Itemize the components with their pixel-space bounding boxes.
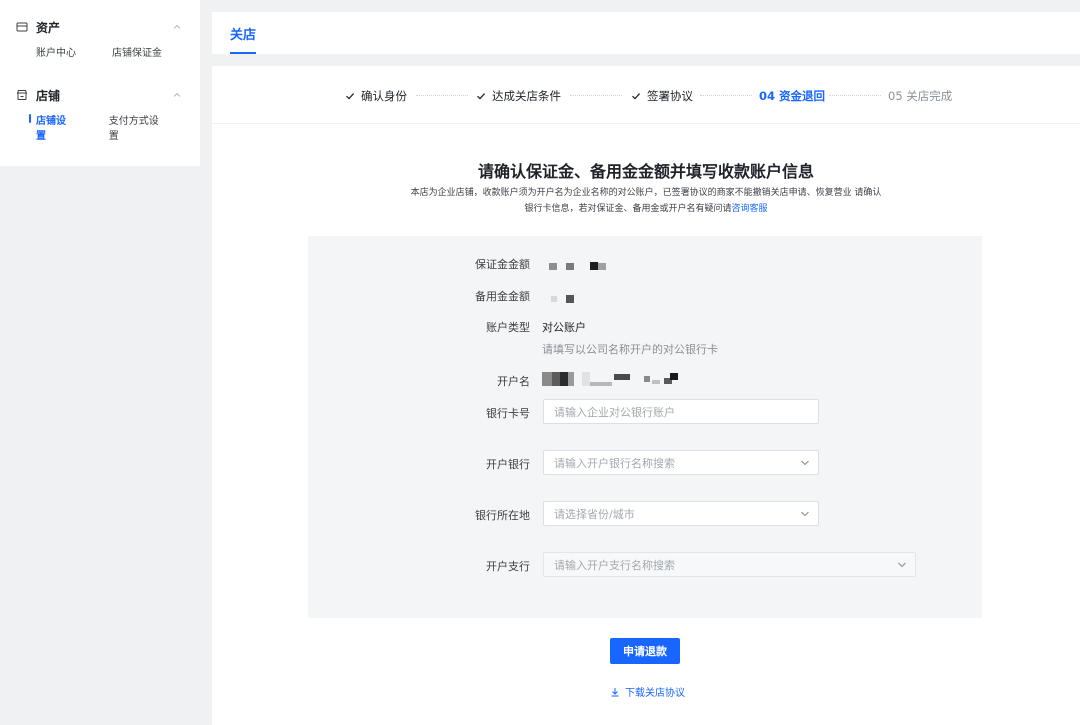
chevron-down-icon <box>898 562 906 568</box>
sidebar-item-store-settings[interactable]: 店铺设置 <box>29 112 73 142</box>
sidebar-item-store-deposit[interactable]: 店铺保证金 <box>112 44 162 59</box>
step-connector <box>570 95 622 96</box>
description-text: 银行卡信息，若对保证金、备用金或开户名有疑问请 <box>524 204 732 214</box>
step-connector <box>829 95 881 96</box>
header-tabbar: 关店 <box>212 12 1080 54</box>
account-type-value: 对公账户 <box>542 321 586 334</box>
chevron-up-icon[interactable] <box>172 89 182 99</box>
step-label: 签署协议 <box>647 89 693 103</box>
sidebar-group-title: 店铺 <box>36 88 61 103</box>
branch-placeholder: 请输入开户支行名称搜索 <box>554 558 675 572</box>
check-icon <box>477 93 486 100</box>
bank-placeholder: 请输入开户银行名称搜索 <box>554 456 675 470</box>
sidebar-group-header[interactable]: 店铺 <box>0 84 200 106</box>
step-refund-funds: 04 资金退回 <box>759 88 825 104</box>
sidebar: 资产 账户中心 店铺保证金 店铺 店铺设置 支付方式设置 <box>0 0 200 166</box>
contact-support-link[interactable]: 咨询客服 <box>732 204 768 214</box>
step-label: 05 关店完成 <box>888 89 953 103</box>
check-icon <box>346 93 355 100</box>
step-label: 达成关店条件 <box>492 89 561 103</box>
sidebar-item-payment-settings[interactable]: 支付方式设置 <box>109 112 164 142</box>
step-close-complete: 05 关店完成 <box>888 88 952 104</box>
reserve-label: 备用金金额 <box>475 290 530 303</box>
deposit-label: 保证金金额 <box>475 258 530 271</box>
step-verify-identity: 确认身份 <box>345 88 407 104</box>
page-title: 请确认保证金、备用金金额并填写收款账户信息 <box>477 162 814 181</box>
description-line: 银行卡信息，若对保证金、备用金或开户名有疑问请咨询客服 <box>392 201 900 217</box>
step-label: 确认身份 <box>361 89 407 103</box>
download-icon <box>611 687 619 696</box>
bank-label: 开户银行 <box>486 458 530 471</box>
download-agreement-label: 下载关店协议 <box>625 688 685 699</box>
bank-select[interactable]: 请输入开户银行名称搜索 <box>543 450 819 475</box>
account-holder-label: 开户名 <box>497 375 530 388</box>
account-type-hint: 请填写以公司名称开户的对公银行卡 <box>542 343 718 356</box>
tab-close-store[interactable]: 关店 <box>230 24 256 43</box>
branch-select[interactable]: 请输入开户支行名称搜索 <box>543 552 916 577</box>
card-number-placeholder: 请输入企业对公银行账户 <box>554 405 675 419</box>
step-connector <box>700 95 752 96</box>
branch-label: 开户支行 <box>486 560 530 573</box>
sidebar-group-assets: 资产 账户中心 店铺保证金 <box>0 16 200 59</box>
check-icon <box>632 93 641 100</box>
step-close-conditions: 达成关店条件 <box>476 88 561 104</box>
chevron-down-icon <box>801 460 809 466</box>
chevron-up-icon[interactable] <box>172 21 182 31</box>
progress-steps: 确认身份 达成关店条件 签署协议 04 资金退回 05 关店完成 <box>212 66 1080 124</box>
tab-active-indicator <box>230 52 256 54</box>
step-label: 04 资金退回 <box>759 89 826 103</box>
card-number-label: 银行卡号 <box>486 407 530 420</box>
description-line: 本店为企业店铺，收款账户须为开户名为企业名称的对公账户，已签署协议的商家不能撤销… <box>410 188 882 198</box>
account-type-label: 账户类型 <box>486 321 530 334</box>
bank-location-label: 银行所在地 <box>475 509 530 522</box>
wallet-icon <box>16 21 28 33</box>
card-number-input[interactable]: 请输入企业对公银行账户 <box>543 399 819 424</box>
refund-form: 保证金金额 备用金金额 账户类型 对公账户 请填写以公司名称开户的对公银行卡 开… <box>308 236 982 618</box>
bank-location-select[interactable]: 请选择省份/城市 <box>543 501 819 526</box>
page-description: 本店为企业店铺，收款账户须为开户名为企业名称的对公账户，已签署协议的商家不能撤销… <box>392 185 900 217</box>
sidebar-group-title: 资产 <box>36 20 61 35</box>
step-sign-agreement: 签署协议 <box>631 88 693 104</box>
bank-location-placeholder: 请选择省份/城市 <box>554 507 635 521</box>
apply-refund-button[interactable]: 申请退款 <box>610 638 680 664</box>
step-connector <box>416 95 468 96</box>
download-agreement-link[interactable]: 下载关店协议 <box>610 684 685 699</box>
sidebar-item-account-center[interactable]: 账户中心 <box>36 44 76 59</box>
store-icon <box>16 89 28 101</box>
sidebar-group-header[interactable]: 资产 <box>0 16 200 38</box>
sidebar-group-store: 店铺 店铺设置 支付方式设置 <box>0 84 200 142</box>
main-panel: 确认身份 达成关店条件 签署协议 04 资金退回 05 关店完成 请确认保证金、… <box>212 66 1080 725</box>
chevron-down-icon <box>801 511 809 517</box>
